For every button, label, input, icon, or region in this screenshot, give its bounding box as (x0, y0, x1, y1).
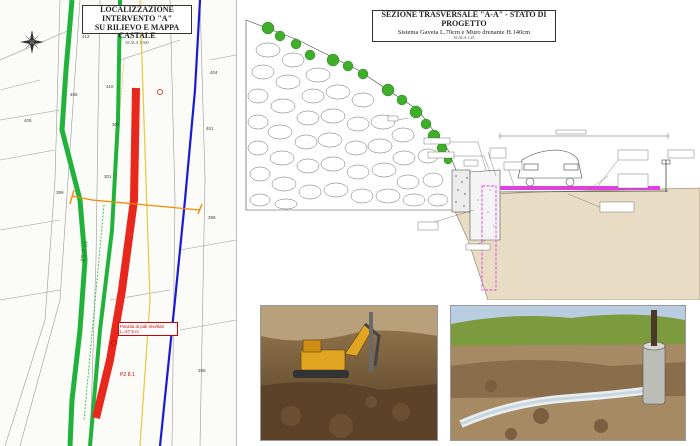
parcel-number: 386 (198, 368, 206, 373)
pile-annotation-line2: L=47.5 m (120, 329, 139, 334)
drain-wall (451, 169, 471, 213)
car-icon (517, 149, 583, 187)
map-title-box: LOCALIZZAZIONE INTERVENTO "A" SU RILIEVO… (82, 5, 192, 45)
stone-slope (245, 19, 461, 211)
parcel-number: 302 (112, 122, 120, 127)
map-title-line1: LOCALIZZAZIONE INTERVENTO "A" (100, 5, 174, 23)
river-line (158, 0, 202, 446)
drainage-site-photo-image (451, 306, 685, 440)
parcel-number: 412 (82, 34, 90, 39)
drainage-site-photo (450, 305, 686, 441)
excavator-photo (260, 305, 438, 441)
cross-section-drawing (245, 19, 700, 300)
parcel-number: 401 (206, 126, 214, 131)
parcel-number: 405 (24, 118, 32, 123)
pz-label: PZ 8.1 (120, 372, 135, 378)
location-map-panel: LOCALIZZAZIONE INTERVENTO "A" SU RILIEVO… (0, 0, 237, 446)
compass-rose-icon (20, 30, 44, 54)
pile-annotation-box: Paratia di pali trivellati L=47.5 m (118, 322, 178, 336)
parcel-number: 404 (210, 70, 218, 75)
section-panel: SEZIONE TRASVERSALE "A-A" - STATO DI PRO… (238, 0, 700, 446)
section-title-line1: SEZIONE TRASVERSALE "A-A" - STATO DI PRO… (381, 10, 547, 28)
section-title-box: SEZIONE TRASVERSALE "A-A" - STATO DI PRO… (372, 10, 556, 42)
parcel-number: 398 (208, 215, 216, 220)
cadastral-map (0, 0, 236, 446)
parcel-number: 399 (56, 190, 64, 195)
section-scale-label: SCALA 1:25 (453, 34, 475, 40)
road-line-outer (59, 0, 88, 446)
excavator-photo-image (261, 306, 437, 440)
parcel-number: 410 (106, 84, 114, 89)
map-scale-label: SCALA 1:500 (125, 40, 149, 46)
parcel-number: 406 (70, 92, 78, 97)
map-title-line2: SU RILIEVO E MAPPA CASTALE (94, 22, 180, 41)
parcel-number: 301 (104, 174, 112, 179)
